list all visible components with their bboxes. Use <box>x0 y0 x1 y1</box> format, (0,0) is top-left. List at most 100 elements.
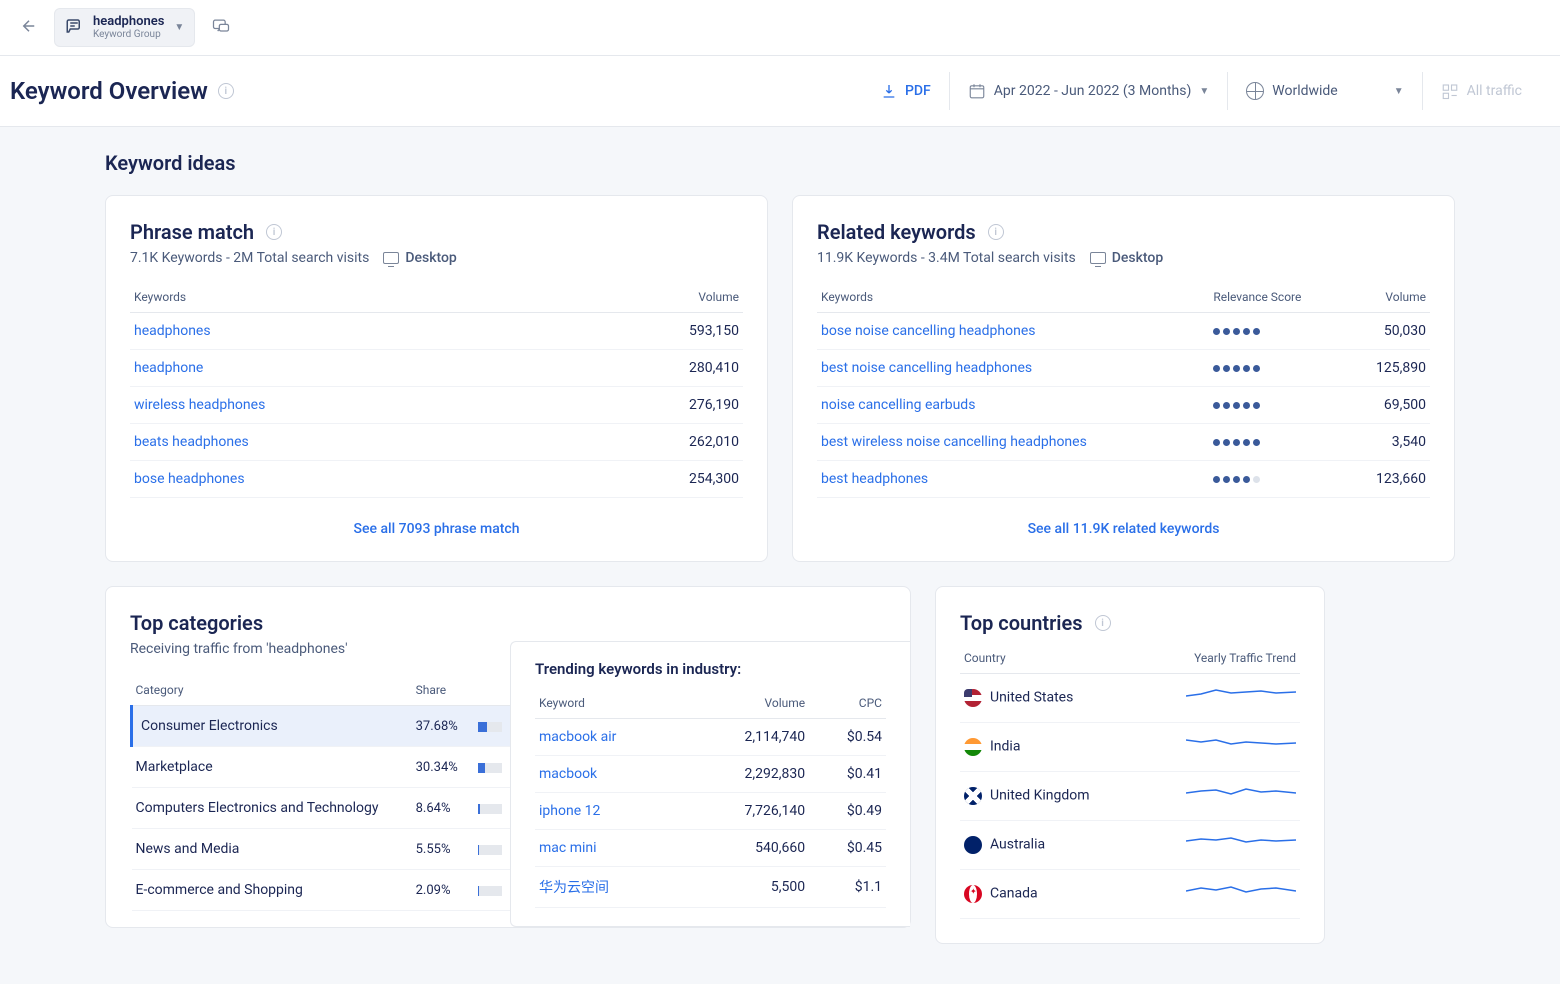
keyword-link[interactable]: headphones <box>134 323 211 339</box>
col-keywords: Keywords <box>817 282 1209 313</box>
col-keyword: Keyword <box>535 688 687 719</box>
keyword-link[interactable]: iphone 12 <box>539 803 600 819</box>
keyword-link[interactable]: best headphones <box>821 471 928 487</box>
categories-table: Category Share Consumer Electronics37.68… <box>130 675 510 911</box>
col-volume: Volume <box>563 282 743 313</box>
sparkline <box>1186 735 1296 755</box>
top-categories-card: Top categories Receiving traffic from 'h… <box>105 586 911 928</box>
table-row: noise cancelling earbuds69,500 <box>817 387 1430 424</box>
country-row: United Kingdom <box>960 772 1300 821</box>
table-row: 华为云空间5,500$1.1 <box>535 867 886 908</box>
keyword-link[interactable]: noise cancelling earbuds <box>821 397 975 413</box>
see-all-phrase-match[interactable]: See all 7093 phrase match <box>354 521 520 537</box>
keyword-group-chip[interactable]: headphones Keyword Group ▼ <box>54 8 195 47</box>
chat-icon[interactable] <box>207 12 235 44</box>
table-row: best noise cancelling headphones125,890 <box>817 350 1430 387</box>
cpc-cell: $0.45 <box>809 830 886 867</box>
table-row: bose noise cancelling headphones50,030 <box>817 313 1430 350</box>
keyword-link[interactable]: best wireless noise cancelling headphone… <box>821 434 1087 450</box>
table-row: headphones 593,150 <box>130 313 743 350</box>
card-title: Phrase match <box>130 220 254 244</box>
see-all-related[interactable]: See all 11.9K related keywords <box>1028 521 1220 537</box>
country-row: United States <box>960 674 1300 723</box>
related-keywords-card: Related keywords i 11.9K Keywords - 3.4M… <box>792 195 1455 562</box>
info-icon[interactable]: i <box>1095 615 1111 631</box>
traffic-filter[interactable]: All traffic <box>1422 72 1540 110</box>
card-subtitle: 11.9K Keywords - 3.4M Total search visit… <box>817 250 1076 266</box>
relevance-cell <box>1209 313 1347 350</box>
keyword-link[interactable]: bose headphones <box>134 471 245 487</box>
table-row: mac mini540,660$0.45 <box>535 830 886 867</box>
country-cell: Canada <box>960 870 1140 919</box>
category-name: Computers Electronics and Technology <box>132 788 412 829</box>
keyword-link[interactable]: wireless headphones <box>134 397 265 413</box>
flag-icon <box>964 787 982 805</box>
flag-icon <box>964 689 982 707</box>
share-cell: 8.64% <box>412 788 468 829</box>
keyword-link[interactable]: macbook air <box>539 729 616 745</box>
volume-cell: 7,726,140 <box>687 793 809 830</box>
flag-icon <box>964 738 982 756</box>
relevance-cell <box>1209 424 1347 461</box>
country-cell: Australia <box>960 821 1140 870</box>
share-cell: 30.34% <box>412 747 468 788</box>
date-range-selector[interactable]: Apr 2022 - Jun 2022 (3 Months) ▼ <box>949 72 1227 110</box>
category-row[interactable]: Marketplace30.34% <box>132 747 511 788</box>
info-icon[interactable]: i <box>218 83 234 99</box>
keyword-link[interactable]: bose noise cancelling headphones <box>821 323 1036 339</box>
col-share: Share <box>412 675 468 706</box>
table-row: wireless headphones276,190 <box>130 387 743 424</box>
device-filter[interactable]: Desktop <box>1090 250 1163 266</box>
countries-table: Country Yearly Traffic Trend United Stat… <box>960 643 1300 919</box>
top-countries-card: Top countries i Country Yearly Traffic T… <box>935 586 1325 944</box>
region-selector[interactable]: Worldwide ▼ <box>1227 72 1421 110</box>
table-row: macbook 2,292,830$0.41 <box>535 756 886 793</box>
category-row[interactable]: E-commerce and Shopping2.09% <box>132 870 511 911</box>
keyword-link[interactable]: 华为云空间 <box>539 880 609 896</box>
related-keywords-table: Keywords Relevance Score Volume bose noi… <box>817 282 1430 498</box>
volume-cell: 3,540 <box>1347 424 1430 461</box>
desktop-icon <box>383 252 399 264</box>
keyword-link[interactable]: macbook <box>539 766 597 782</box>
share-cell: 37.68% <box>412 706 468 747</box>
sparkline <box>1186 833 1296 853</box>
back-button[interactable] <box>16 13 42 43</box>
trending-table: Keyword Volume CPC macbook air2,114,740$… <box>535 688 886 908</box>
section-title: Keyword ideas <box>105 127 1455 195</box>
volume-cell: 593,150 <box>563 313 743 350</box>
volume-cell: 280,410 <box>563 350 743 387</box>
globe-icon <box>1246 82 1264 100</box>
card-subtitle: 7.1K Keywords - 2M Total search visits <box>130 250 369 266</box>
col-cpc: CPC <box>809 688 886 719</box>
keyword-link[interactable]: beats headphones <box>134 434 249 450</box>
sparkline <box>1186 882 1296 902</box>
info-icon[interactable]: i <box>988 224 1004 240</box>
sparkline <box>1186 686 1296 706</box>
keyword-link[interactable]: best noise cancelling headphones <box>821 360 1032 376</box>
country-row: India <box>960 723 1300 772</box>
export-pdf-button[interactable]: PDF <box>863 73 949 109</box>
chevron-down-icon: ▼ <box>1199 86 1209 97</box>
table-row: beats headphones262,010 <box>130 424 743 461</box>
cpc-cell: $0.41 <box>809 756 886 793</box>
keyword-chip-title: headphones <box>93 15 164 29</box>
country-cell: United Kingdom <box>960 772 1140 821</box>
relevance-cell <box>1209 350 1347 387</box>
category-name: Marketplace <box>132 747 412 788</box>
device-filter[interactable]: Desktop <box>383 250 456 266</box>
relevance-cell <box>1209 387 1347 424</box>
category-name: News and Media <box>132 829 412 870</box>
volume-cell: 2,114,740 <box>687 719 809 756</box>
page-title: Keyword Overview i <box>10 77 234 105</box>
country-row: Canada <box>960 870 1300 919</box>
chevron-down-icon: ▼ <box>1394 86 1404 97</box>
keyword-link[interactable]: headphone <box>134 360 203 376</box>
category-row[interactable]: Consumer Electronics37.68% <box>132 706 511 747</box>
volume-cell: 2,292,830 <box>687 756 809 793</box>
info-icon[interactable]: i <box>266 224 282 240</box>
table-row: best headphones123,660 <box>817 461 1430 498</box>
category-row[interactable]: Computers Electronics and Technology8.64… <box>132 788 511 829</box>
card-title: Top categories <box>130 611 263 635</box>
col-trend: Yearly Traffic Trend <box>1140 643 1300 674</box>
category-row[interactable]: News and Media5.55% <box>132 829 511 870</box>
